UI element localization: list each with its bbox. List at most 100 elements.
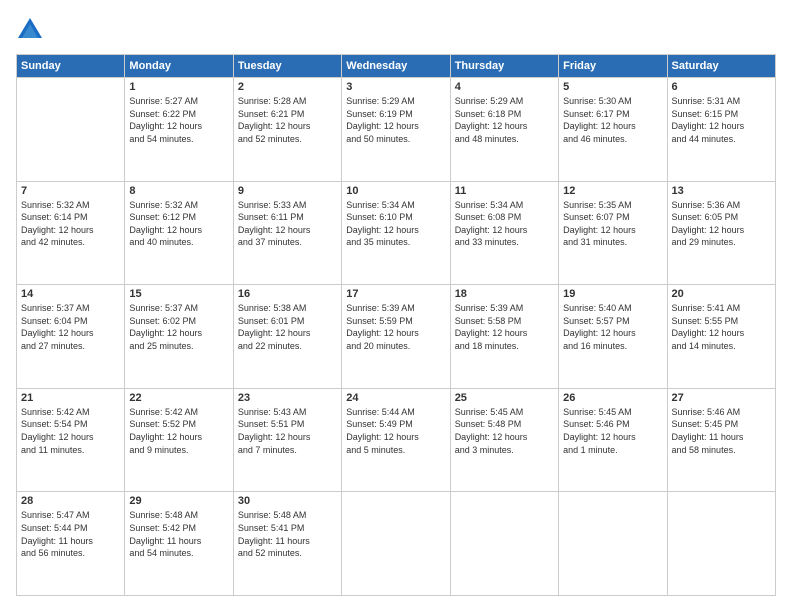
calendar-cell: 17 Sunrise: 5:39 AM Sunset: 5:59 PM Dayli…: [342, 285, 450, 389]
page: SundayMondayTuesdayWednesdayThursdayFrid…: [0, 0, 792, 612]
calendar-cell: 6 Sunrise: 5:31 AM Sunset: 6:15 PM Daylig…: [667, 78, 775, 182]
cell-info: Sunrise: 5:48 AM Sunset: 5:41 PM Dayligh…: [238, 509, 337, 559]
cell-info: Sunrise: 5:27 AM Sunset: 6:22 PM Dayligh…: [129, 95, 228, 145]
cell-info: Sunrise: 5:48 AM Sunset: 5:42 PM Dayligh…: [129, 509, 228, 559]
cell-day-number: 20: [672, 288, 771, 300]
calendar-cell: 21 Sunrise: 5:42 AM Sunset: 5:54 PM Dayli…: [17, 388, 125, 492]
calendar-cell: 20 Sunrise: 5:41 AM Sunset: 5:55 PM Dayli…: [667, 285, 775, 389]
cell-info: Sunrise: 5:28 AM Sunset: 6:21 PM Dayligh…: [238, 95, 337, 145]
cell-day-number: 1: [129, 81, 228, 93]
cell-info: Sunrise: 5:38 AM Sunset: 6:01 PM Dayligh…: [238, 302, 337, 352]
cell-day-number: 28: [21, 495, 120, 507]
cell-info: Sunrise: 5:33 AM Sunset: 6:11 PM Dayligh…: [238, 199, 337, 249]
cell-info: Sunrise: 5:41 AM Sunset: 5:55 PM Dayligh…: [672, 302, 771, 352]
calendar-cell: 4Sunrise: 5:29 AM Sunset: 6:18 PM Daylig…: [450, 78, 558, 182]
cell-info: Sunrise: 5:39 AM Sunset: 5:59 PM Dayligh…: [346, 302, 445, 352]
weekday-thursday: Thursday: [450, 55, 558, 78]
calendar-cell: 9Sunrise: 5:33 AM Sunset: 6:11 PM Daylig…: [233, 181, 341, 285]
calendar-cell: 24 Sunrise: 5:44 AM Sunset: 5:49 PM Dayli…: [342, 388, 450, 492]
calendar-cell: 30Sunrise: 5:48 AM Sunset: 5:41 PM Dayli…: [233, 492, 341, 596]
cell-day-number: 14: [21, 288, 120, 300]
cell-day-number: 18: [455, 288, 554, 300]
weekday-monday: Monday: [125, 55, 233, 78]
calendar-cell: 25 Sunrise: 5:45 AM Sunset: 5:48 PM Dayli…: [450, 388, 558, 492]
week-row-1: 1 Sunrise: 5:27 AM Sunset: 6:22 PM Daylig…: [17, 78, 776, 182]
weekday-wednesday: Wednesday: [342, 55, 450, 78]
calendar-cell: 14 Sunrise: 5:37 AM Sunset: 6:04 PM Dayli…: [17, 285, 125, 389]
cell-info: Sunrise: 5:32 AM Sunset: 6:14 PM Dayligh…: [21, 199, 120, 249]
week-row-3: 14 Sunrise: 5:37 AM Sunset: 6:04 PM Dayli…: [17, 285, 776, 389]
cell-info: Sunrise: 5:40 AM Sunset: 5:57 PM Dayligh…: [563, 302, 662, 352]
calendar-cell: [17, 78, 125, 182]
cell-day-number: 16: [238, 288, 337, 300]
cell-day-number: 27: [672, 392, 771, 404]
cell-day-number: 25: [455, 392, 554, 404]
calendar-table: SundayMondayTuesdayWednesdayThursdayFrid…: [16, 54, 776, 596]
cell-day-number: 19: [563, 288, 662, 300]
calendar-cell: 8 Sunrise: 5:32 AM Sunset: 6:12 PM Daylig…: [125, 181, 233, 285]
calendar-cell: 2 Sunrise: 5:28 AM Sunset: 6:21 PM Daylig…: [233, 78, 341, 182]
cell-info: Sunrise: 5:46 AM Sunset: 5:45 PM Dayligh…: [672, 406, 771, 456]
cell-info: Sunrise: 5:29 AM Sunset: 6:19 PM Dayligh…: [346, 95, 445, 145]
cell-day-number: 15: [129, 288, 228, 300]
calendar-cell: 3 Sunrise: 5:29 AM Sunset: 6:19 PM Daylig…: [342, 78, 450, 182]
logo: [16, 16, 48, 44]
weekday-header-row: SundayMondayTuesdayWednesdayThursdayFrid…: [17, 55, 776, 78]
cell-info: Sunrise: 5:47 AM Sunset: 5:44 PM Dayligh…: [21, 509, 120, 559]
calendar-cell: 22 Sunrise: 5:42 AM Sunset: 5:52 PM Dayli…: [125, 388, 233, 492]
calendar-cell: 18 Sunrise: 5:39 AM Sunset: 5:58 PM Dayli…: [450, 285, 558, 389]
calendar-cell: 7 Sunrise: 5:32 AM Sunset: 6:14 PM Daylig…: [17, 181, 125, 285]
calendar-cell: 12Sunrise: 5:35 AM Sunset: 6:07 PM Dayli…: [559, 181, 667, 285]
week-row-5: 28 Sunrise: 5:47 AM Sunset: 5:44 PM Dayli…: [17, 492, 776, 596]
calendar-cell: 5 Sunrise: 5:30 AM Sunset: 6:17 PM Daylig…: [559, 78, 667, 182]
calendar-cell: 1 Sunrise: 5:27 AM Sunset: 6:22 PM Daylig…: [125, 78, 233, 182]
cell-day-number: 21: [21, 392, 120, 404]
calendar-cell: 16 Sunrise: 5:38 AM Sunset: 6:01 PM Dayli…: [233, 285, 341, 389]
calendar-cell: [667, 492, 775, 596]
header: [16, 16, 776, 44]
calendar-cell: 26Sunrise: 5:45 AM Sunset: 5:46 PM Dayli…: [559, 388, 667, 492]
cell-info: Sunrise: 5:45 AM Sunset: 5:48 PM Dayligh…: [455, 406, 554, 456]
cell-day-number: 24: [346, 392, 445, 404]
calendar-cell: 15 Sunrise: 5:37 AM Sunset: 6:02 PM Dayli…: [125, 285, 233, 389]
calendar-cell: 11 Sunrise: 5:34 AM Sunset: 6:08 PM Dayli…: [450, 181, 558, 285]
cell-info: Sunrise: 5:42 AM Sunset: 5:52 PM Dayligh…: [129, 406, 228, 456]
cell-info: Sunrise: 5:34 AM Sunset: 6:10 PM Dayligh…: [346, 199, 445, 249]
cell-day-number: 8: [129, 185, 228, 197]
calendar-cell: 28 Sunrise: 5:47 AM Sunset: 5:44 PM Dayli…: [17, 492, 125, 596]
cell-info: Sunrise: 5:44 AM Sunset: 5:49 PM Dayligh…: [346, 406, 445, 456]
cell-info: Sunrise: 5:39 AM Sunset: 5:58 PM Dayligh…: [455, 302, 554, 352]
calendar-cell: 13Sunrise: 5:36 AM Sunset: 6:05 PM Dayli…: [667, 181, 775, 285]
logo-icon: [16, 16, 44, 44]
cell-day-number: 10: [346, 185, 445, 197]
cell-info: Sunrise: 5:34 AM Sunset: 6:08 PM Dayligh…: [455, 199, 554, 249]
cell-day-number: 7: [21, 185, 120, 197]
cell-info: Sunrise: 5:42 AM Sunset: 5:54 PM Dayligh…: [21, 406, 120, 456]
cell-day-number: 6: [672, 81, 771, 93]
cell-info: Sunrise: 5:43 AM Sunset: 5:51 PM Dayligh…: [238, 406, 337, 456]
calendar-cell: [342, 492, 450, 596]
cell-day-number: 29: [129, 495, 228, 507]
cell-day-number: 23: [238, 392, 337, 404]
cell-info: Sunrise: 5:35 AM Sunset: 6:07 PM Dayligh…: [563, 199, 662, 249]
cell-info: Sunrise: 5:37 AM Sunset: 6:02 PM Dayligh…: [129, 302, 228, 352]
cell-day-number: 3: [346, 81, 445, 93]
cell-info: Sunrise: 5:29 AM Sunset: 6:18 PM Dayligh…: [455, 95, 554, 145]
cell-day-number: 5: [563, 81, 662, 93]
calendar-cell: 27 Sunrise: 5:46 AM Sunset: 5:45 PM Dayli…: [667, 388, 775, 492]
weekday-sunday: Sunday: [17, 55, 125, 78]
cell-info: Sunrise: 5:31 AM Sunset: 6:15 PM Dayligh…: [672, 95, 771, 145]
calendar-cell: [450, 492, 558, 596]
cell-info: Sunrise: 5:32 AM Sunset: 6:12 PM Dayligh…: [129, 199, 228, 249]
cell-day-number: 11: [455, 185, 554, 197]
cell-day-number: 17: [346, 288, 445, 300]
week-row-4: 21 Sunrise: 5:42 AM Sunset: 5:54 PM Dayli…: [17, 388, 776, 492]
cell-day-number: 26: [563, 392, 662, 404]
calendar-cell: 19 Sunrise: 5:40 AM Sunset: 5:57 PM Dayli…: [559, 285, 667, 389]
calendar-cell: 29 Sunrise: 5:48 AM Sunset: 5:42 PM Dayli…: [125, 492, 233, 596]
cell-day-number: 13: [672, 185, 771, 197]
cell-info: Sunrise: 5:37 AM Sunset: 6:04 PM Dayligh…: [21, 302, 120, 352]
cell-info: Sunrise: 5:30 AM Sunset: 6:17 PM Dayligh…: [563, 95, 662, 145]
cell-day-number: 2: [238, 81, 337, 93]
cell-day-number: 22: [129, 392, 228, 404]
